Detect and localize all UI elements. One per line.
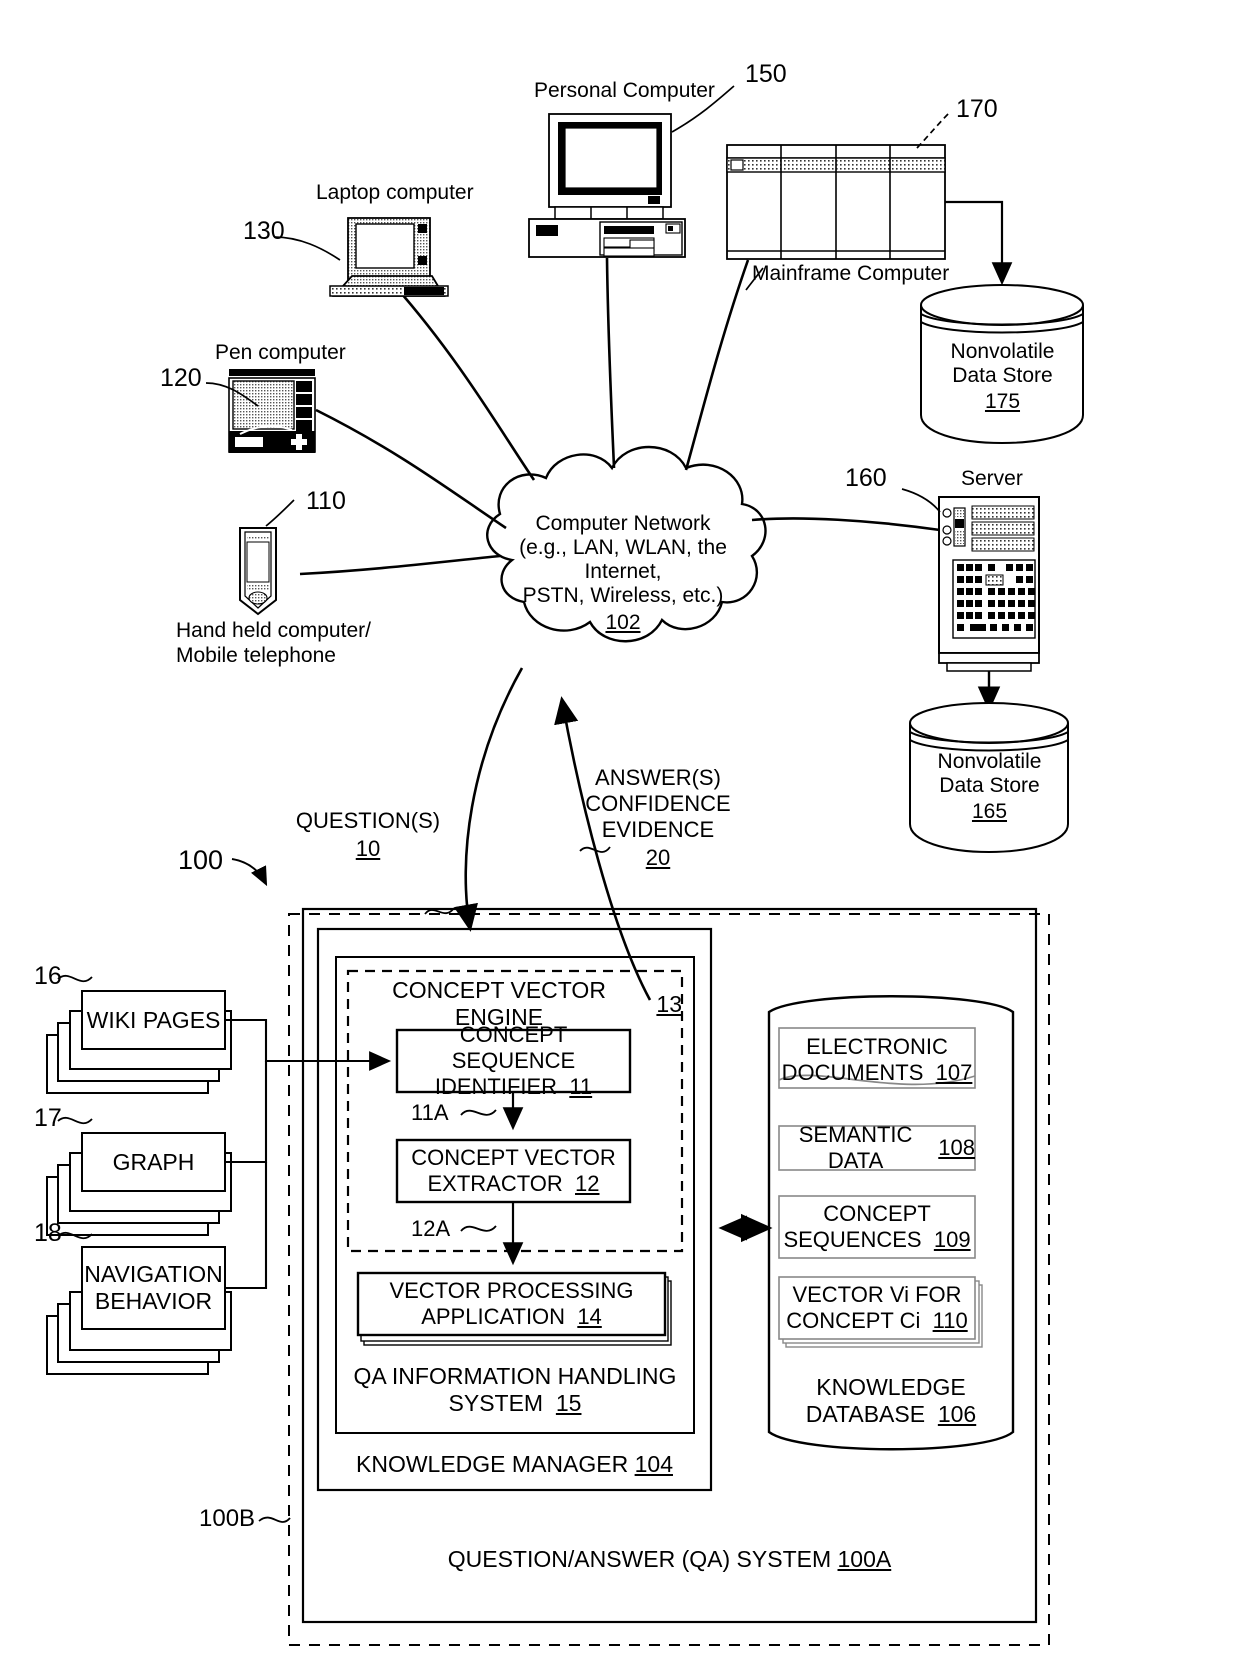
answer-ref: 20 [645,845,671,870]
src1-label: GRAPH [112,1148,195,1175]
db3-line2: CONCEPT Ci [786,1308,921,1333]
ref-150: 150 [745,60,787,88]
network-line3: PSTN, Wireless, etc.) [522,583,724,607]
question-label: QUESTION(S) [295,808,441,833]
data-store-165-label: Nonvolatile Data Store 165 [918,742,1061,832]
connector-label-12A: 12A [411,1216,451,1241]
network-ref: 102 [605,610,641,634]
qa-ihs-line2: SYSTEM [448,1390,544,1416]
source-label-wiki: WIKI PAGES [82,991,225,1049]
src0-label: WIKI PAGES [86,1006,221,1033]
kdb-line2: DATABASE [805,1401,926,1427]
mainframe-label: Mainframe Computer [752,262,950,285]
ds165-line1: Nonvolatile [937,750,1042,773]
src2-label: NAVIGATION [84,1261,223,1287]
qa-ihs-line1: QA INFORMATION HANDLING [353,1363,677,1389]
handheld-label-line1: Hand held computer/ [176,619,371,642]
figure-ref-100B: 100B [199,1505,256,1532]
ref-18: 18 [34,1219,62,1247]
ref-16: 16 [34,962,62,990]
kdb-line1: KNOWLEDGE [816,1374,966,1400]
data-store-175-label: Nonvolatile Data Store 175 [930,332,1075,422]
cvx-ref: 12 [575,1171,600,1196]
ref-130: 130 [243,217,285,245]
ref-120: 120 [160,364,202,392]
db3-ref: 110 [932,1308,968,1333]
laptop-label: Laptop computer [316,181,474,204]
ds175-line2: Data Store [952,364,1053,387]
pen-computer-label: Pen computer [215,341,346,364]
qa-ihs-ref: 15 [555,1390,582,1416]
connector-label-11A: 11A [411,1100,449,1125]
db0-line2: DOCUMENTS [781,1060,924,1085]
vpa-ref: 14 [577,1304,602,1329]
handheld-icon [239,527,277,616]
answer-line1: ANSWER(S) [595,765,721,790]
qa-system-label: QUESTION/ANSWER (QA) SYSTEM 100A [303,1542,1036,1576]
km-ref: 104 [634,1450,673,1477]
question-ref: 10 [355,836,381,861]
qa-system-text: QUESTION/ANSWER (QA) SYSTEM [447,1545,832,1572]
ref-110: 110 [306,487,346,515]
csi-line1: CONCEPT SEQUENCE [451,1022,576,1073]
csi-line2: IDENTIFIER [434,1074,558,1099]
cve-ref: 13 [656,990,682,1017]
mainframe-icon [726,144,946,260]
qa-ihs-label: QA INFORMATION HANDLING SYSTEM 15 [336,1357,694,1423]
answer-line3: EVIDENCE [601,817,715,842]
ref-170: 170 [956,95,998,123]
ds165-ref: 165 [971,800,1008,823]
db1-line1: SEMANTIC DATA [798,1122,913,1173]
laptop-icon [329,217,449,297]
ref-160: 160 [845,464,887,492]
db0-ref: 107 [935,1060,973,1085]
db-label-electronic-documents: ELECTRONIC DOCUMENTS 107 [779,1032,975,1088]
db1-ref: 108 [938,1135,975,1160]
handheld-label-line2: Mobile telephone [176,644,336,667]
concept-vector-engine-label: CONCEPT VECTOR ENGINE 13 [348,977,682,1030]
patent-figure: Computer Network (e.g., LAN, WLAN, the I… [0,0,1240,1659]
vector-processing-application-label: VECTOR PROCESSING APPLICATION 14 [358,1273,665,1335]
personal-computer-label: Personal Computer [534,79,715,102]
ds165-line2: Data Store [939,774,1040,797]
pen-computer-icon [228,369,316,453]
db2-line1: CONCEPT [823,1201,931,1226]
db-label-semantic-data: SEMANTIC DATA 108 [779,1122,975,1173]
source-label-graph: GRAPH [82,1133,225,1191]
concept-sequence-identifier-label: CONCEPT SEQUENCE IDENTIFIER 11 [397,1022,630,1099]
src2-label2: BEHAVIOR [94,1288,213,1314]
answer-line2: CONFIDENCE [585,791,731,816]
knowledge-manager-label: KNOWLEDGE MANAGER 104 [318,1447,711,1481]
figure-ref-100: 100 [178,845,224,875]
answer-flow-label: ANSWER(S) CONFIDENCE EVIDENCE 20 [585,762,730,874]
db2-line2: SEQUENCES [783,1227,922,1252]
personal-computer-icon [528,113,686,258]
computer-network-label: Computer Network (e.g., LAN, WLAN, the I… [490,512,756,634]
ds175-line1: Nonvolatile [950,340,1055,363]
concept-vector-extractor-label: CONCEPT VECTOR EXTRACTOR 12 [397,1140,630,1202]
cvx-line2: EXTRACTOR [427,1171,563,1196]
km-text: KNOWLEDGE MANAGER [356,1450,629,1477]
kdb-ref: 106 [937,1401,977,1427]
db3-line1: VECTOR Vi FOR [792,1282,962,1307]
vpa-line2: APPLICATION [421,1304,566,1329]
cvx-line1: CONCEPT VECTOR [411,1145,616,1170]
qa-system-ref: 100A [837,1545,892,1572]
vpa-line1: VECTOR PROCESSING [389,1278,634,1303]
csi-ref: 11 [569,1074,593,1099]
source-label-navigation: NAVIGATION BEHAVIOR [82,1247,225,1329]
db-label-vector-for-concept: VECTOR Vi FOR CONCEPT Ci 110 [779,1277,975,1339]
db0-line1: ELECTRONIC [806,1034,948,1059]
network-line1: Computer Network [535,511,711,535]
ds175-ref: 175 [984,390,1021,413]
server-label: Server [961,467,1023,490]
ref-17: 17 [34,1104,62,1132]
knowledge-database-label: KNOWLEDGE DATABASE 106 [769,1368,1013,1434]
server-icon [938,496,1040,672]
question-flow-label: QUESTION(S) 10 [296,806,440,864]
network-line2: (e.g., LAN, WLAN, the Internet, [519,535,727,583]
db-label-concept-sequences: CONCEPT SEQUENCES 109 [779,1196,975,1258]
db2-ref: 109 [933,1227,971,1252]
